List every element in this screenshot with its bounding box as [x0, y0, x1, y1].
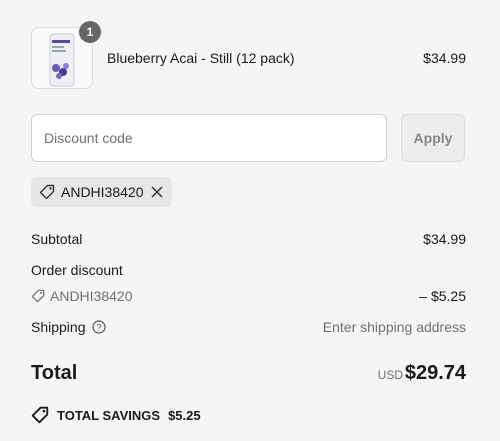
applied-discount-chip: ANDHI38420: [31, 177, 172, 207]
subtotal-value: $34.99: [423, 231, 466, 247]
item-price: $34.99: [423, 50, 466, 66]
total-label: Total: [31, 362, 78, 384]
quantity-badge: 1: [79, 21, 101, 43]
subtotal-label: Subtotal: [31, 231, 83, 247]
shipping-label: Shipping: [31, 319, 86, 335]
discount-code-input[interactable]: [31, 114, 387, 162]
savings-tag-icon: [31, 406, 49, 424]
svg-text:?: ?: [96, 323, 101, 333]
item-name: Blueberry Acai - Still (12 pack): [107, 50, 295, 66]
help-icon[interactable]: ?: [91, 320, 106, 334]
savings-label: TOTAL SAVINGS: [57, 407, 161, 423]
savings-value: $5.25: [168, 407, 201, 423]
order-discount-label: Order discount: [31, 262, 123, 278]
currency-code: USD: [377, 368, 403, 382]
tag-icon: [39, 184, 55, 200]
shipping-value: Enter shipping address: [322, 319, 466, 335]
order-discount-code-row: ANDHI38420: [31, 288, 133, 304]
total-amount: $29.74: [404, 362, 466, 384]
order-discount-code: ANDHI38420: [50, 288, 133, 304]
remove-discount-icon[interactable]: [150, 185, 164, 199]
total-savings: TOTAL SAVINGS $5.25: [31, 406, 201, 424]
order-discount-value: – $5.25: [419, 288, 466, 304]
tag-icon: [31, 289, 45, 303]
apply-button[interactable]: Apply: [401, 114, 465, 162]
shipping-row: Shipping ?: [31, 319, 106, 335]
applied-code: ANDHI38420: [61, 184, 144, 200]
